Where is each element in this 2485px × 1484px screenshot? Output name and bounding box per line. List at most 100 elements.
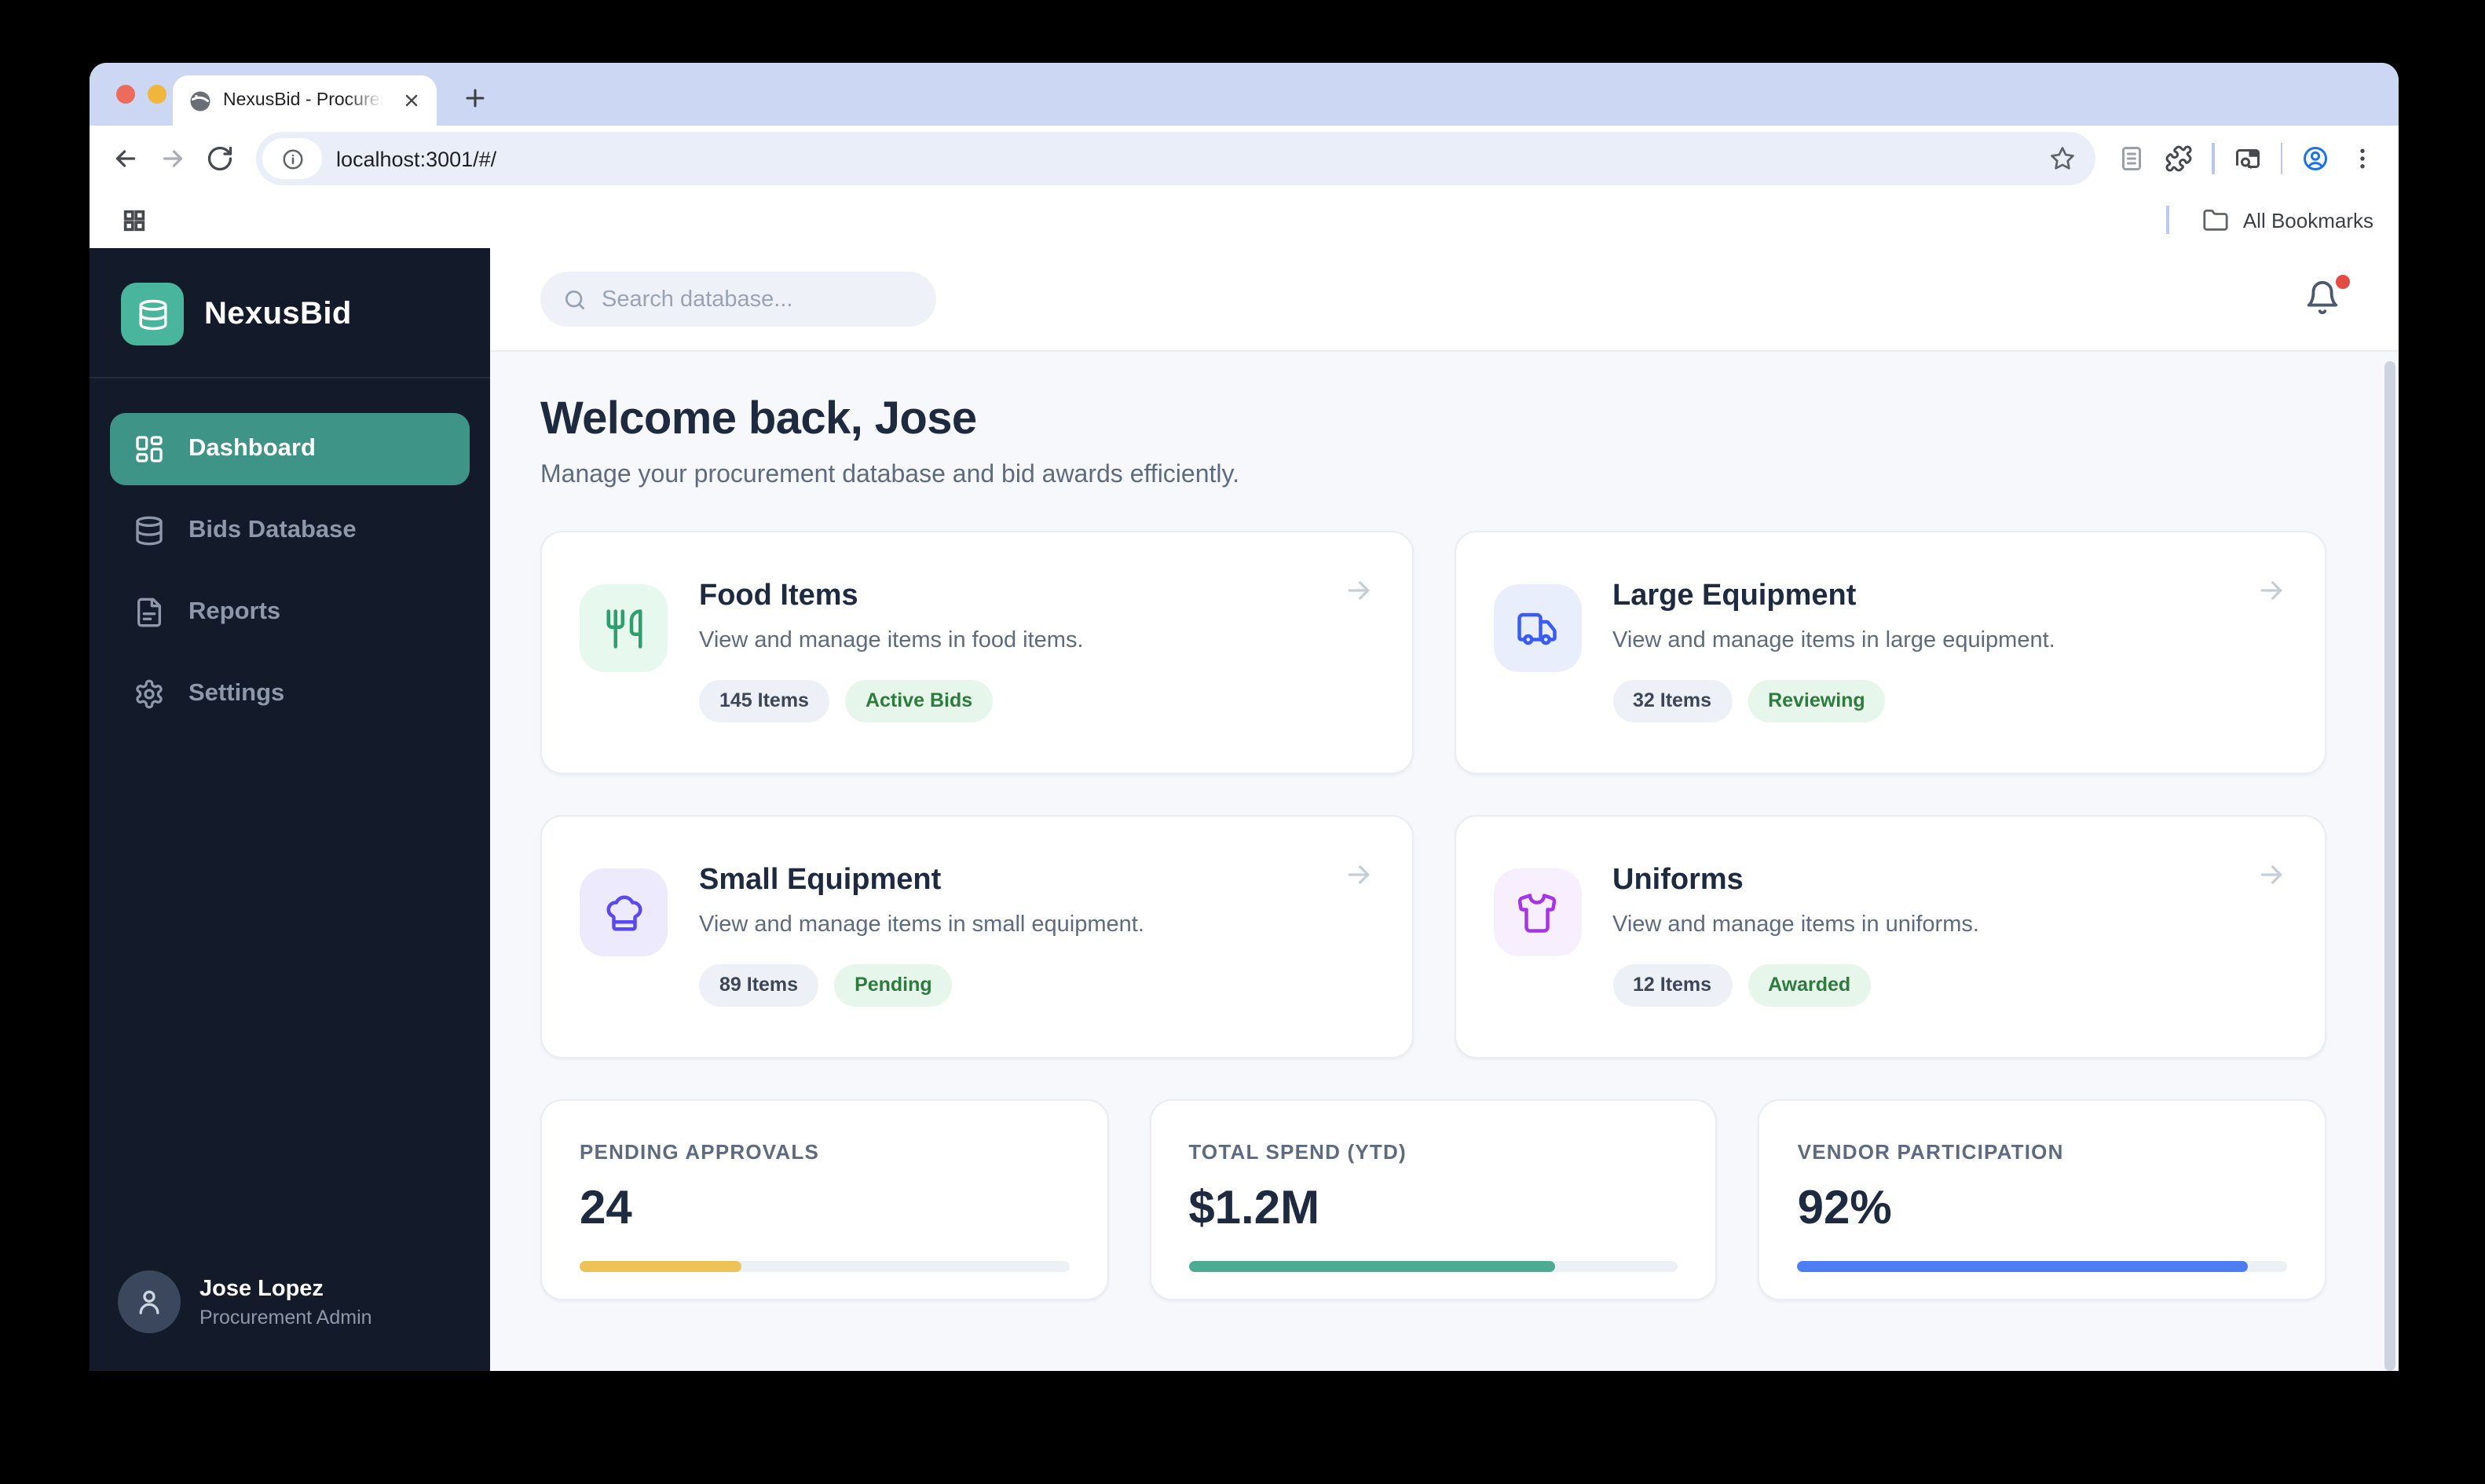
category-card-large-equipment[interactable]: Large Equipment View and manage items in… — [1454, 531, 2326, 774]
reload-button[interactable] — [196, 135, 243, 182]
sidebar-item-reports[interactable]: Reports — [110, 576, 470, 649]
close-window-button[interactable] — [116, 85, 135, 104]
status-badge: Active Bids — [844, 680, 994, 722]
progress-fill — [1797, 1261, 2249, 1272]
category-card-food-items[interactable]: Food Items View and manage items in food… — [540, 531, 1413, 774]
sidebar-item-label: Reports — [188, 598, 281, 625]
app-topbar — [490, 248, 2399, 352]
category-description: View and manage items in small equipment… — [699, 912, 1144, 938]
database-icon — [136, 516, 163, 546]
sidebar-item-bids-database[interactable]: Bids Database — [110, 495, 470, 567]
toolbar-divider — [2280, 143, 2282, 174]
profile-icon[interactable] — [2292, 135, 2339, 182]
arrow-right-icon — [2256, 859, 2287, 890]
dashboard-content: Welcome back, Jose Manage your procureme… — [490, 352, 2399, 1300]
category-title: Food Items — [699, 579, 858, 612]
new-tab-button[interactable] — [454, 77, 495, 118]
bell-icon — [2307, 280, 2338, 314]
page-scrollbar[interactable] — [2384, 361, 2395, 1371]
browser-tab[interactable]: NexusBid - Procurement System — [173, 75, 437, 126]
all-bookmarks-label: All Bookmarks — [2242, 208, 2373, 232]
search-bar[interactable] — [540, 272, 936, 327]
stat-label: TOTAL SPEND (YTD) — [1188, 1140, 1407, 1164]
layout-dashboard-icon — [136, 436, 163, 462]
desktop-background: NexusBid - Procurement System — [0, 0, 2485, 1484]
category-card-small-equipment[interactable]: Small Equipment View and manage items in… — [540, 815, 1413, 1058]
main-area: Welcome back, Jose Manage your procureme… — [490, 248, 2399, 1371]
search-input[interactable] — [602, 287, 914, 312]
forward-button[interactable] — [149, 135, 196, 182]
page-title: Welcome back, Jose — [540, 394, 977, 444]
gear-icon — [136, 679, 163, 709]
notification-dot — [2336, 274, 2350, 288]
stat-value: $1.2M — [1188, 1182, 1320, 1234]
progress-bar — [580, 1261, 1070, 1272]
sidebar: NexusBid Dashboard Bids Database Reports — [90, 248, 490, 1371]
browser-menu-icon[interactable] — [2339, 135, 2386, 182]
progress-fill — [580, 1261, 741, 1272]
chef-hat-icon — [580, 868, 668, 956]
progress-bar — [1797, 1261, 2287, 1272]
category-title: Uniforms — [1612, 864, 1744, 897]
side-panel-search-icon[interactable] — [2223, 135, 2271, 182]
search-icon — [565, 290, 584, 309]
truck-icon — [1493, 584, 1581, 672]
bookmark-star-icon[interactable] — [2048, 144, 2077, 173]
sidebar-item-label: Settings — [188, 680, 285, 707]
bookmarks-bar: All Bookmarks — [90, 192, 2399, 248]
extensions-icon[interactable] — [2155, 135, 2202, 182]
category-cards: Food Items View and manage items in food… — [540, 531, 2326, 1058]
notifications-button[interactable] — [2304, 274, 2350, 320]
bookmarks-divider — [2166, 206, 2169, 234]
app-root: NexusBid Dashboard Bids Database Reports — [90, 248, 2399, 1371]
arrow-right-icon — [2256, 575, 2287, 606]
sidebar-item-dashboard[interactable]: Dashboard — [110, 413, 470, 485]
avatar — [118, 1270, 181, 1333]
category-card-uniforms[interactable]: Uniforms View and manage items in unifor… — [1454, 815, 2326, 1058]
progress-bar — [1188, 1261, 1678, 1272]
apps-grid-icon[interactable] — [115, 201, 152, 239]
reading-list-icon[interactable] — [2108, 135, 2155, 182]
stat-cards: PENDING APPROVALS 24 TOTAL SPEND (YTD) $… — [540, 1099, 2326, 1300]
status-badge: Awarded — [1748, 964, 1872, 1007]
scrollbar-thumb[interactable] — [2384, 361, 2395, 1371]
arrow-right-icon — [1342, 859, 1374, 890]
category-description: View and manage items in food items. — [699, 628, 1084, 653]
folder-icon — [2203, 208, 2228, 230]
url-text[interactable]: localhost:3001/#/ — [336, 147, 2034, 170]
stat-card-pending-approvals: PENDING APPROVALS 24 — [540, 1099, 1109, 1300]
minimize-window-button[interactable] — [148, 85, 167, 104]
sidebar-nav: Dashboard Bids Database Reports Settings — [90, 413, 490, 730]
browser-toolbar: localhost:3001/#/ — [90, 126, 2399, 192]
shirt-icon — [1493, 868, 1581, 956]
category-title: Small Equipment — [699, 864, 942, 897]
status-badge: Reviewing — [1748, 680, 1886, 722]
address-bar[interactable]: localhost:3001/#/ — [256, 132, 2095, 185]
status-badge: Pending — [834, 964, 953, 1007]
all-bookmarks-button[interactable]: All Bookmarks — [2166, 206, 2373, 234]
user-role: Procurement Admin — [199, 1306, 372, 1328]
toolbar-divider — [2212, 143, 2214, 174]
category-description: View and manage items in uniforms. — [1612, 912, 1979, 938]
site-info-icon[interactable] — [262, 138, 322, 179]
brand-logo-database-icon — [121, 283, 184, 345]
items-count-badge: 89 Items — [699, 964, 819, 1007]
back-button[interactable] — [102, 135, 149, 182]
stat-card-total-spend: TOTAL SPEND (YTD) $1.2M — [1149, 1099, 1718, 1300]
user-profile[interactable]: Jose Lopez Procurement Admin — [90, 1245, 490, 1371]
items-count-badge: 145 Items — [699, 680, 829, 722]
sidebar-divider — [90, 377, 490, 378]
stat-label: VENDOR PARTICIPATION — [1797, 1140, 2064, 1164]
brand: NexusBid — [90, 248, 490, 377]
tab-title: NexusBid - Procurement System — [223, 91, 388, 110]
stat-value: 24 — [580, 1182, 632, 1234]
globe-favicon-icon — [188, 89, 212, 112]
sidebar-item-settings[interactable]: Settings — [110, 658, 470, 730]
sidebar-item-label: Bids Database — [188, 517, 357, 543]
items-count-badge: 12 Items — [1612, 964, 1733, 1007]
items-count-badge: 32 Items — [1612, 680, 1733, 722]
user-icon — [139, 1290, 159, 1314]
arrow-right-icon — [1342, 575, 1374, 606]
close-tab-icon[interactable] — [399, 88, 424, 113]
file-text-icon — [137, 598, 161, 627]
